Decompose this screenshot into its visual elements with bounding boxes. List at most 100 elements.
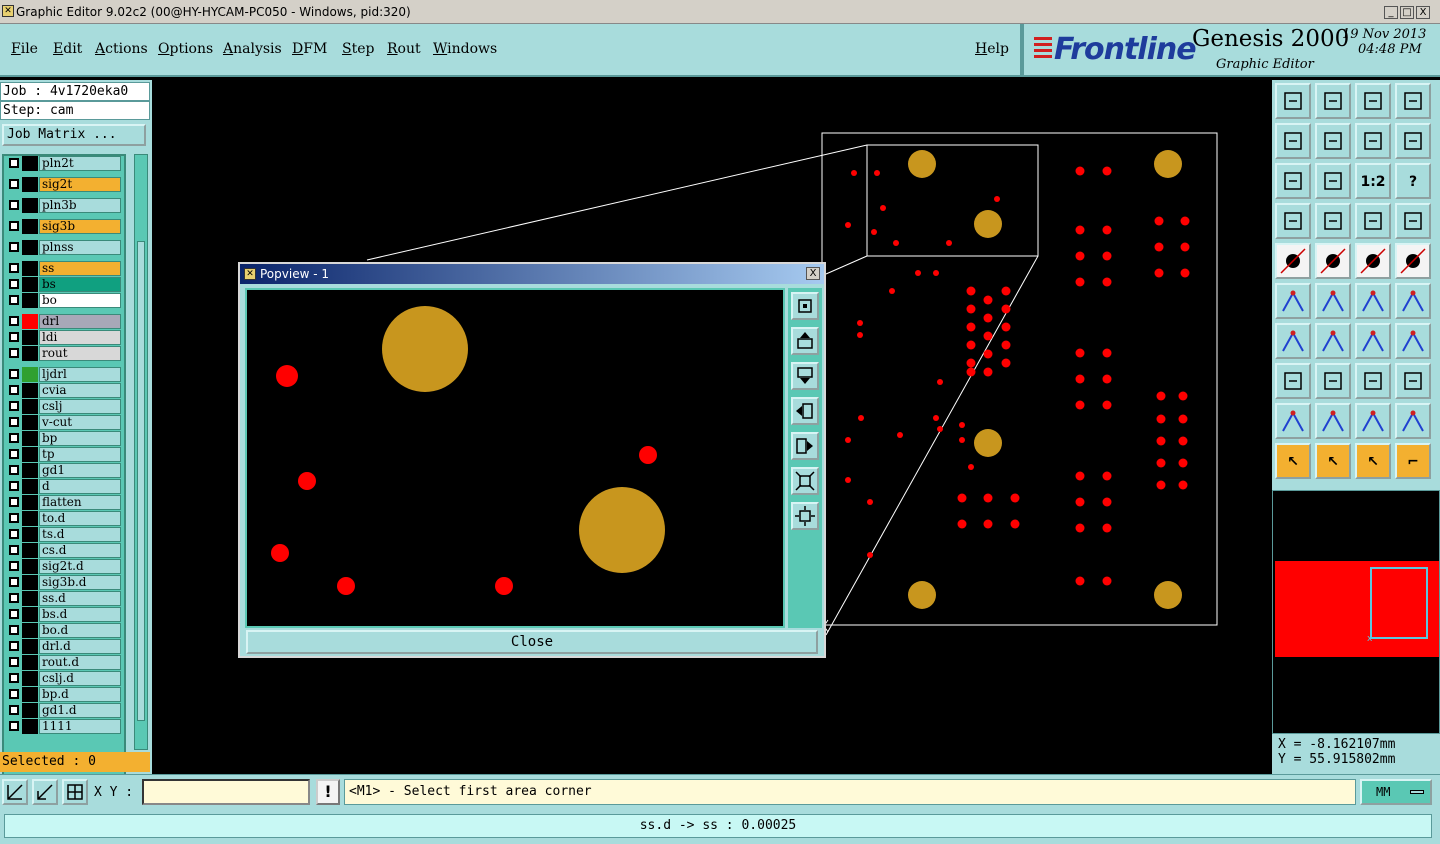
menu-help[interactable]: Help: [975, 41, 1009, 57]
layer-row[interactable]: sig3b.d: [4, 575, 124, 590]
layer-row[interactable]: flatten: [4, 495, 124, 510]
route-select-button[interactable]: ⌐: [1395, 443, 1431, 479]
arc-button[interactable]: [1355, 323, 1391, 359]
layer-name[interactable]: cslj: [39, 399, 121, 414]
split-view-button[interactable]: [1395, 83, 1431, 119]
node-connect-button[interactable]: [1275, 283, 1311, 319]
layer-checkbox[interactable]: [9, 609, 19, 619]
measure-button[interactable]: [32, 779, 58, 805]
house-button[interactable]: [1355, 83, 1391, 119]
layer-checkbox[interactable]: [9, 529, 19, 539]
grid-button[interactable]: [62, 779, 88, 805]
layer-checkbox[interactable]: [9, 158, 19, 168]
pan-up-button[interactable]: [791, 327, 819, 355]
layer-row[interactable]: bo.d: [4, 623, 124, 638]
layer-row[interactable]: drl.d: [4, 639, 124, 654]
layer-row[interactable]: ss: [4, 261, 124, 276]
layer-name[interactable]: 1111: [39, 719, 121, 734]
layer-checkbox[interactable]: [9, 369, 19, 379]
layer-checkbox[interactable]: [9, 721, 19, 731]
layer-row[interactable]: ldi: [4, 330, 124, 345]
swap-button[interactable]: [1355, 123, 1391, 159]
angle-button[interactable]: [1275, 323, 1311, 359]
layer-name[interactable]: cvia: [39, 383, 121, 398]
layer-checkbox[interactable]: [9, 417, 19, 427]
pan-right-button[interactable]: [791, 432, 819, 460]
help-button[interactable]: ?: [1395, 163, 1431, 199]
layer-row[interactable]: pln3b: [4, 198, 124, 213]
layer-checkbox[interactable]: [9, 433, 19, 443]
layer-row[interactable]: ts.d: [4, 527, 124, 542]
layer-row[interactable]: cvia: [4, 383, 124, 398]
settings-button[interactable]: [1275, 203, 1311, 239]
warning-button[interactable]: !: [316, 779, 340, 805]
layer-name[interactable]: drl: [39, 314, 121, 329]
layer-checkbox[interactable]: [9, 641, 19, 651]
layer-row[interactable]: sig2t: [4, 177, 124, 192]
arrow-up-button[interactable]: [1315, 403, 1351, 439]
layer-name[interactable]: sig2t.d: [39, 559, 121, 574]
layer-checkbox[interactable]: [9, 348, 19, 358]
layer-name[interactable]: to.d: [39, 511, 121, 526]
zoom-in-button[interactable]: [791, 467, 819, 495]
layer-name[interactable]: cs.d: [39, 543, 121, 558]
layer-filter-button[interactable]: [1355, 203, 1391, 239]
layer-name[interactable]: bp: [39, 431, 121, 446]
overview-map[interactable]: x: [1272, 490, 1440, 734]
layer-checkbox[interactable]: [9, 221, 19, 231]
ratio-button[interactable]: 1:2: [1355, 163, 1391, 199]
menu-file[interactable]: File: [11, 41, 38, 57]
layer-row[interactable]: 1111: [4, 719, 124, 734]
layer-name[interactable]: bo: [39, 293, 121, 308]
popview-drawing[interactable]: [247, 290, 783, 626]
pointer-circle-button[interactable]: ↖: [1355, 443, 1391, 479]
layer-name[interactable]: ss: [39, 261, 121, 276]
popview-titlebar[interactable]: ✕ Popview - 1 X: [240, 264, 824, 284]
snap-button[interactable]: [2, 779, 28, 805]
layer-row[interactable]: v-cut: [4, 415, 124, 430]
layer-checkbox[interactable]: [9, 279, 19, 289]
layer-name[interactable]: ss.d: [39, 591, 121, 606]
triangle-button[interactable]: [1275, 403, 1311, 439]
maximize-button[interactable]: □: [1400, 6, 1414, 19]
menu-step[interactable]: Step: [342, 41, 374, 57]
layer-name[interactable]: sig3b: [39, 219, 121, 234]
layer-checkbox[interactable]: [9, 513, 19, 523]
popview-close-x[interactable]: X: [806, 267, 820, 280]
arc-shape-button[interactable]: [1355, 403, 1391, 439]
minimize-button[interactable]: _: [1384, 6, 1398, 19]
layer-checkbox[interactable]: [9, 332, 19, 342]
layer-name[interactable]: flatten: [39, 495, 121, 510]
zoom-button[interactable]: [1315, 163, 1351, 199]
pan-left-button[interactable]: [791, 397, 819, 425]
layer-row[interactable]: bs.d: [4, 607, 124, 622]
overview-drawing[interactable]: x: [1273, 491, 1439, 733]
save-button[interactable]: [1315, 83, 1351, 119]
layer-checkbox[interactable]: [9, 179, 19, 189]
layer-name[interactable]: plnss: [39, 240, 121, 255]
layer-checkbox[interactable]: [9, 689, 19, 699]
mirror-button[interactable]: [1395, 123, 1431, 159]
popview-close-button[interactable]: Close: [246, 630, 818, 654]
layer-row[interactable]: bp: [4, 431, 124, 446]
layer-row[interactable]: gd1.d: [4, 703, 124, 718]
group-button[interactable]: [1395, 363, 1431, 399]
layer-name[interactable]: gd1.d: [39, 703, 121, 718]
close-window-button[interactable]: X: [1416, 6, 1430, 19]
move-point-button[interactable]: [1355, 283, 1391, 319]
fit-button[interactable]: [1275, 163, 1311, 199]
layer-row[interactable]: cs.d: [4, 543, 124, 558]
pan-down-button[interactable]: [791, 362, 819, 390]
layer-checkbox[interactable]: [9, 481, 19, 491]
layer-name[interactable]: ts.d: [39, 527, 121, 542]
layer-checkbox[interactable]: [9, 625, 19, 635]
layer-name[interactable]: tp: [39, 447, 121, 462]
layer-row[interactable]: d: [4, 479, 124, 494]
layer-checkbox[interactable]: [9, 545, 19, 555]
layer-checkbox[interactable]: [9, 200, 19, 210]
ruler-button[interactable]: [1355, 243, 1391, 279]
layer-row[interactable]: plnss: [4, 240, 124, 255]
layer-checkbox[interactable]: [9, 673, 19, 683]
units-selector[interactable]: MM: [1360, 779, 1432, 805]
layer-checkbox[interactable]: [9, 561, 19, 571]
